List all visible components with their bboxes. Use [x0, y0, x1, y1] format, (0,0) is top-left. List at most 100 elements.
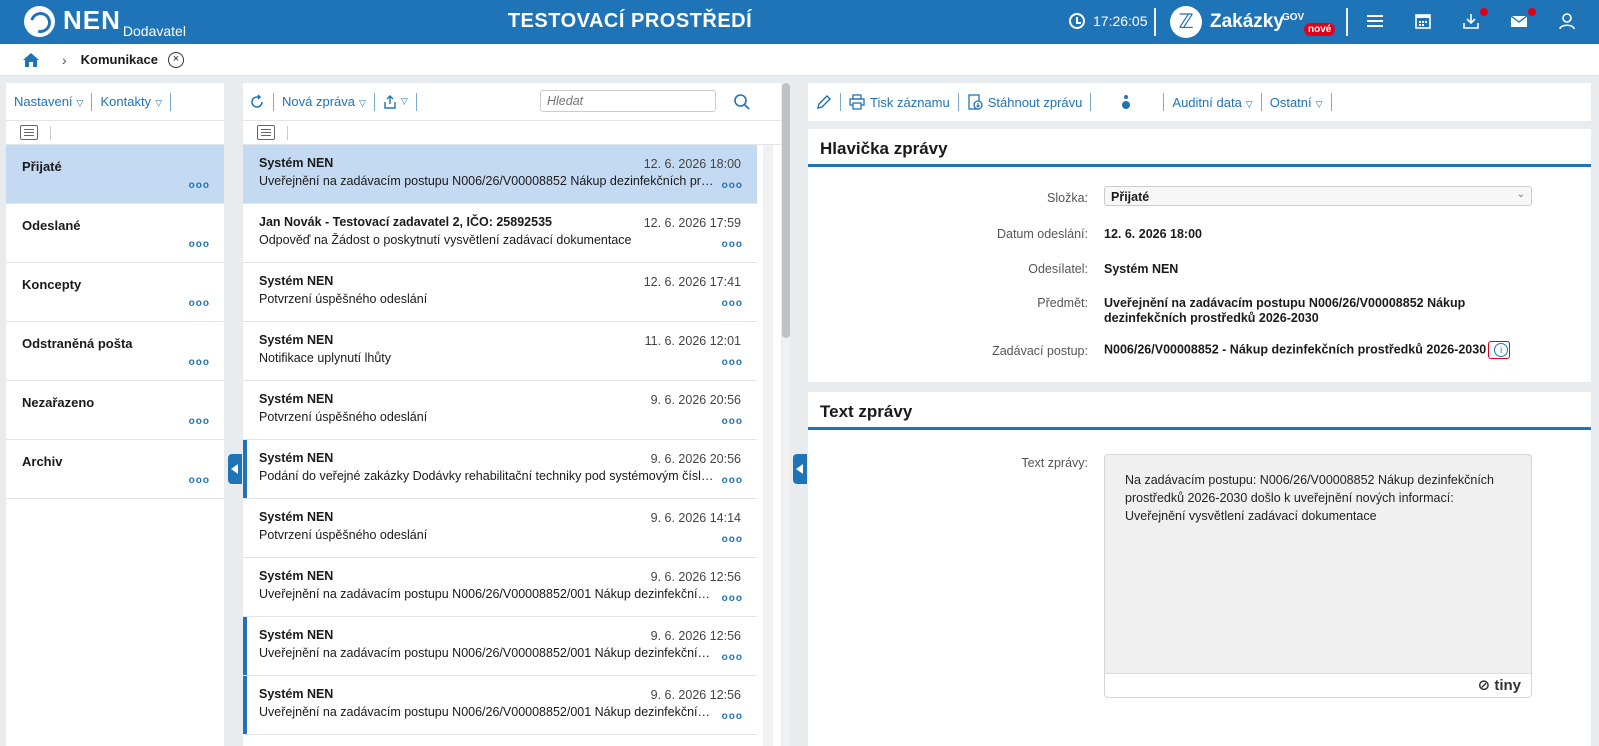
folder-item-odstranena-posta[interactable]: Odstraněná pošta ooo	[6, 322, 224, 381]
refresh-icon[interactable]	[249, 93, 265, 110]
more-options-icon[interactable]: ooo	[722, 239, 743, 250]
attachment-icon[interactable]	[1121, 94, 1131, 110]
download-icon[interactable]	[1462, 8, 1488, 32]
field-label: Odesílatel:	[1028, 262, 1088, 276]
more-options-icon[interactable]: ooo	[722, 652, 743, 663]
message-row[interactable]: Jan Novák - Testovací zadavatel 2, IČO: …	[243, 204, 757, 263]
folder-label: Koncepty	[22, 277, 82, 292]
new-badge: nové	[1304, 23, 1336, 36]
more-options-icon[interactable]: ooo	[722, 593, 743, 604]
editor-footer: ⊘ tiny	[1105, 673, 1531, 697]
divider	[1090, 93, 1092, 111]
field-label: Zadávací postup:	[992, 344, 1088, 358]
message-text-editor[interactable]: Na zadávacím postupu: N006/26/V00008852 …	[1104, 454, 1532, 698]
more-options-icon[interactable]: ooo	[722, 416, 743, 427]
search-icon[interactable]	[733, 93, 751, 111]
export-menu[interactable]: ▽	[383, 94, 408, 109]
scroll-thumb[interactable]	[782, 83, 790, 338]
more-options-icon[interactable]: ooo	[189, 298, 210, 309]
tiny-brand[interactable]: ⊘ tiny	[1478, 676, 1521, 694]
more-options-icon[interactable]: ooo	[189, 357, 210, 368]
more-options-icon[interactable]: ooo	[722, 357, 743, 368]
filter-icon[interactable]	[257, 125, 275, 140]
more-options-icon[interactable]: ooo	[189, 416, 210, 427]
folder-label: Nezařazeno	[22, 395, 95, 410]
message-list: Systém NEN 12. 6. 2026 18:00 Uveřejnění …	[243, 145, 757, 735]
menu-icon[interactable]	[1366, 12, 1386, 32]
field-label: Datum odeslání:	[996, 227, 1088, 241]
message-date: 9. 6. 2026 20:56	[650, 452, 741, 466]
message-date: 9. 6. 2026 20:56	[650, 393, 741, 407]
more-options-icon[interactable]: ooo	[722, 298, 743, 309]
folder-select[interactable]: Přijaté ⌄	[1104, 186, 1532, 206]
more-options-icon[interactable]: ooo	[722, 534, 743, 545]
more-options-icon[interactable]: ooo	[189, 475, 210, 486]
tiny-brand-label: tiny	[1494, 677, 1521, 694]
folder-filter-bar	[6, 121, 224, 145]
message-subject: Uveřejnění na zadávacím postupu N006/26/…	[259, 646, 714, 660]
message-date: 9. 6. 2026 12:56	[650, 629, 741, 643]
folder-item-archiv[interactable]: Archiv ooo	[6, 440, 224, 499]
message-row[interactable]: Systém NEN 9. 6. 2026 12:56 Uveřejnění n…	[243, 558, 757, 617]
folder-toolbar: Nastavení ▽ Kontakty ▽	[6, 83, 224, 121]
message-row[interactable]: Systém NEN 12. 6. 2026 18:00 Uveřejnění …	[243, 145, 757, 204]
message-row-unread[interactable]: Systém NEN 9. 6. 2026 12:56 Uveřejnění n…	[243, 617, 757, 676]
field-label: Text zprávy:	[1021, 456, 1088, 470]
procedure-value[interactable]: N006/26/V00008852 - Nákup dezinfekčních …	[1104, 342, 1486, 356]
notification-dot	[1480, 8, 1488, 16]
mail-icon[interactable]	[1510, 8, 1536, 32]
message-row[interactable]: Systém NEN 12. 6. 2026 17:41 Potvrzení ú…	[243, 263, 757, 322]
audit-data-menu[interactable]: Auditní data ▽	[1172, 95, 1252, 110]
chevron-down-icon: ⌄	[1516, 189, 1525, 200]
message-header-section: Hlavička zprávy Složka: Přijaté ⌄ Datum …	[808, 129, 1591, 382]
calendar-icon[interactable]	[1414, 12, 1434, 32]
subject-line: Uveřejnění na zadávacím postupu N006/26/…	[1104, 296, 1466, 310]
message-row[interactable]: Systém NEN 9. 6. 2026 14:14 Potvrzení ús…	[243, 499, 757, 558]
more-options-icon[interactable]: ooo	[722, 711, 743, 722]
close-icon[interactable]: ×	[167, 51, 184, 68]
filter-icon[interactable]	[20, 125, 38, 140]
panel-scrollbar[interactable]	[782, 83, 790, 746]
more-options-icon[interactable]: ooo	[722, 475, 743, 486]
caret-down-icon: ▽	[1315, 98, 1323, 109]
new-message-button[interactable]: Nová zpráva ▽	[282, 94, 366, 109]
folder-label: Odstraněná pošta	[22, 336, 133, 351]
chevron-right-icon: ›	[62, 51, 67, 68]
zakazky-gov-link[interactable]: ℤ Zakázky GOV nové	[1170, 6, 1336, 38]
user-icon[interactable]	[1558, 12, 1578, 32]
more-options-icon[interactable]: ooo	[722, 180, 743, 191]
folder-item-nezarazeno[interactable]: Nezařazeno ooo	[6, 381, 224, 440]
divider	[415, 92, 417, 111]
print-record-button[interactable]: Tisk záznamu	[849, 94, 950, 110]
message-subject: Uveřejnění na zadávacím postupu N006/26/…	[259, 705, 714, 719]
divider	[957, 93, 959, 111]
download-message-button[interactable]: Stáhnout zprávu	[967, 94, 1083, 110]
divider	[91, 92, 93, 111]
divider	[1163, 93, 1165, 111]
folder-item-odeslane[interactable]: Odeslané ooo	[6, 204, 224, 263]
clock-time: 17:26:05	[1093, 13, 1148, 29]
collapse-middle-panel-button[interactable]	[793, 454, 807, 484]
other-menu[interactable]: Ostatní ▽	[1270, 95, 1323, 110]
message-subject: Potvrzení úspěšného odeslání	[259, 292, 428, 306]
folder-item-prijate[interactable]: Přijaté ooo	[6, 145, 224, 204]
edit-icon[interactable]	[816, 94, 832, 110]
settings-menu[interactable]: Nastavení ▽	[14, 94, 83, 109]
collapse-left-panel-button[interactable]	[228, 454, 242, 484]
more-options-icon[interactable]: ooo	[189, 239, 210, 250]
folder-item-koncepty[interactable]: Koncepty ooo	[6, 263, 224, 322]
divider	[1346, 8, 1348, 36]
more-options-icon[interactable]: ooo	[189, 180, 210, 191]
info-icon[interactable]	[1488, 341, 1511, 359]
message-row[interactable]: Systém NEN 9. 6. 2026 20:56 Potvrzení ús…	[243, 381, 757, 440]
field-label: Složka:	[1047, 191, 1088, 205]
caret-down-icon: ▽	[76, 98, 84, 108]
message-row[interactable]: Systém NEN 11. 6. 2026 12:01 Notifikace …	[243, 322, 757, 381]
contacts-menu[interactable]: Kontakty ▽	[100, 94, 162, 109]
message-list-scrollbar[interactable]	[763, 145, 773, 746]
search-input[interactable]	[540, 90, 716, 112]
message-row-unread[interactable]: Systém NEN 9. 6. 2026 20:56 Podání do ve…	[243, 440, 757, 499]
message-row-unread[interactable]: Systém NEN 9. 6. 2026 12:56 Uveřejnění n…	[243, 676, 757, 735]
home-icon[interactable]	[22, 52, 40, 68]
download-label: Stáhnout zprávu	[987, 94, 1083, 110]
